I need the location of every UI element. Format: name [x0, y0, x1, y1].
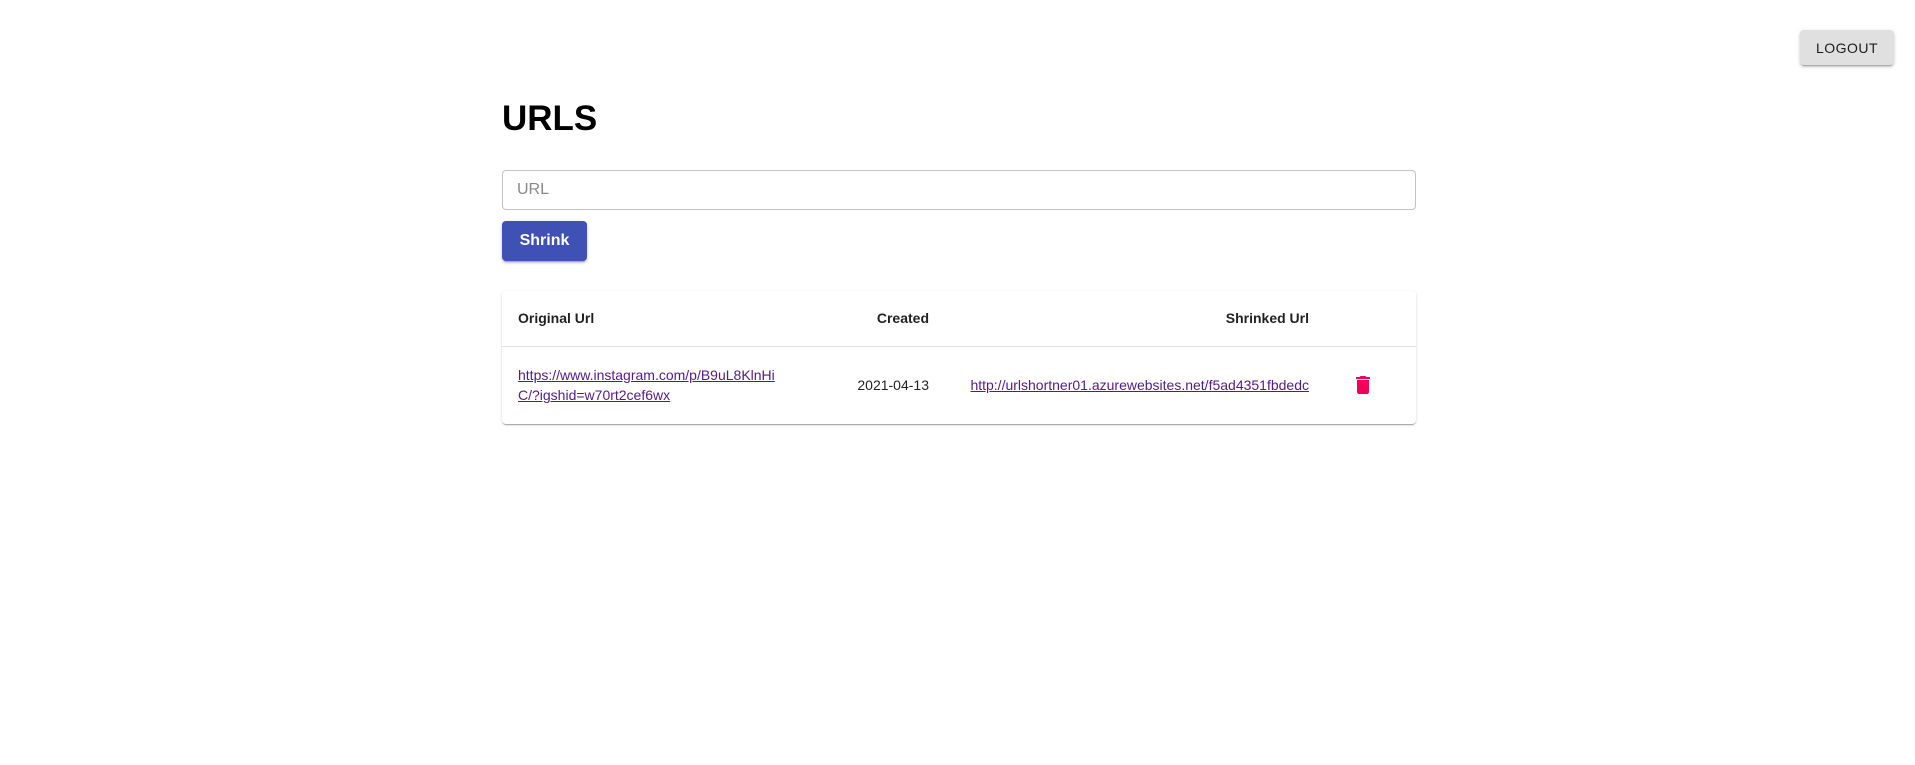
- urls-table: Original Url Created Shrinked Url https:…: [502, 291, 1416, 424]
- table-header-row: Original Url Created Shrinked Url: [502, 291, 1416, 347]
- url-input[interactable]: [502, 170, 1416, 210]
- created-cell: 2021-04-13: [857, 377, 929, 394]
- original-url-link[interactable]: https://www.instagram.com/p/B9uL8KlnHiC/…: [518, 365, 788, 405]
- trash-icon: [1356, 376, 1370, 395]
- delete-button[interactable]: [1343, 365, 1383, 405]
- table-row: https://www.instagram.com/p/B9uL8KlnHiC/…: [502, 346, 1416, 424]
- header-shrinked-url: Shrinked Url: [945, 291, 1325, 347]
- shrinked-url-link[interactable]: http://urlshortner01.azurewebsites.net/f…: [970, 377, 1309, 393]
- shrinked-url-cell: http://urlshortner01.azurewebsites.net/f…: [945, 346, 1325, 424]
- original-url-cell: https://www.instagram.com/p/B9uL8KlnHiC/…: [502, 346, 804, 424]
- action-cell: [1325, 346, 1416, 424]
- header-original-url: Original Url: [502, 291, 804, 347]
- logout-button[interactable]: LOGOUT: [1800, 30, 1894, 65]
- header-actions: [1325, 291, 1416, 347]
- shrink-button[interactable]: Shrink: [502, 221, 587, 261]
- header-created: Created: [804, 291, 945, 347]
- page-title: URLS: [502, 99, 598, 138]
